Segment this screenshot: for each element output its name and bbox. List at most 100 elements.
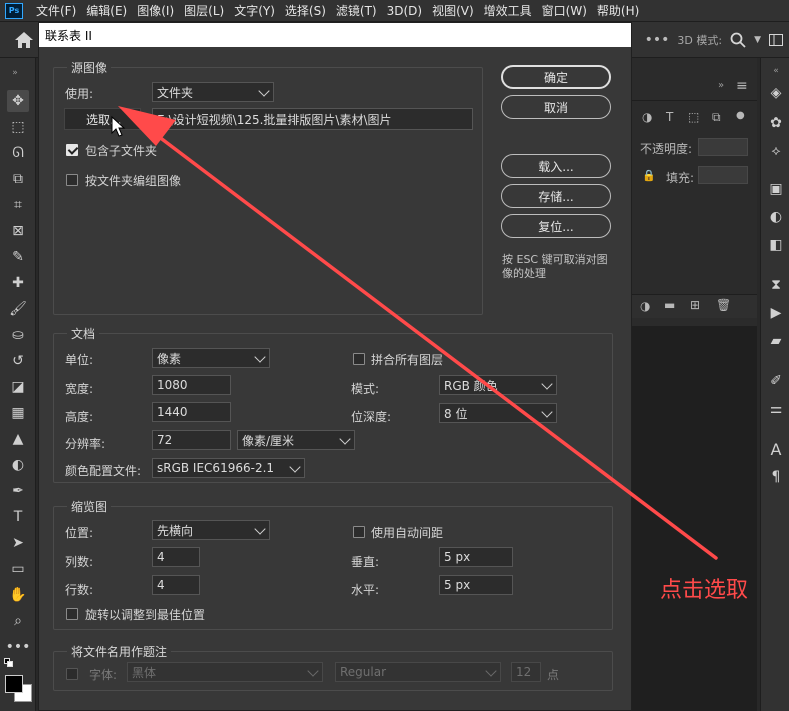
actions-icon[interactable]: ▶ [767, 304, 785, 322]
menu-image[interactable]: 图像(I) [132, 2, 179, 19]
include-subfolders-checkbox[interactable] [66, 144, 78, 156]
frame-tool-icon[interactable]: ⊠ [7, 220, 29, 242]
brush-tool-icon[interactable]: 🖌 [7, 298, 29, 320]
filter-smart-icon[interactable]: ⧉ [712, 110, 721, 125]
workspace-icon[interactable] [769, 34, 783, 46]
comments-icon[interactable]: ▰ [767, 332, 785, 350]
channels-icon[interactable]: ✿ [767, 114, 785, 132]
auto-spacing-checkbox[interactable] [353, 526, 365, 538]
rows-input[interactable]: 4 [152, 575, 200, 595]
healing-brush-tool-icon[interactable]: ✚ [7, 272, 29, 294]
more-options-icon[interactable]: ••• [645, 32, 670, 48]
dodge-tool-icon[interactable]: ◐ [7, 454, 29, 476]
height-input[interactable]: 1440 [152, 402, 231, 422]
filter-shape-icon[interactable]: ⬚ [688, 110, 699, 124]
panel-menu-icon[interactable]: ≡ [736, 78, 748, 94]
filter-toggle-icon[interactable]: ● [736, 110, 745, 121]
libraries-icon[interactable]: ◧ [767, 236, 785, 254]
cancel-button[interactable]: 取消 [501, 95, 611, 119]
paragraph-icon[interactable]: ¶ [767, 468, 785, 486]
pen-tool-icon[interactable]: ✒ [7, 480, 29, 502]
lasso-tool-icon[interactable]: ᘏ [7, 142, 29, 164]
filter-adjust-icon[interactable]: ◑ [642, 110, 652, 124]
folder-icon[interactable]: ▬ [664, 298, 675, 312]
caption-size-input[interactable]: 12 [511, 662, 541, 682]
trash-icon[interactable]: 🗑 [716, 298, 731, 312]
paths-icon[interactable]: ⟡ [767, 142, 785, 160]
brush-settings-icon[interactable]: ✐ [767, 372, 785, 390]
hand-tool-icon[interactable]: ✋ [7, 584, 29, 606]
eraser-tool-icon[interactable]: ◪ [7, 376, 29, 398]
menu-help[interactable]: 帮助(H) [592, 2, 644, 19]
adjustments-icon[interactable]: ◐ [767, 208, 785, 226]
home-icon[interactable] [14, 31, 34, 49]
menu-view[interactable]: 视图(V) [427, 2, 479, 19]
character-icon[interactable]: A [767, 440, 785, 459]
load-button[interactable]: 载入... [501, 154, 611, 178]
browse-button[interactable]: 选取... [64, 108, 141, 130]
fill-field[interactable] [698, 166, 748, 184]
menu-type[interactable]: 文字(Y) [229, 2, 280, 19]
default-colors-icon[interactable] [4, 658, 14, 668]
menu-layer[interactable]: 图层(L) [179, 2, 229, 19]
save-button[interactable]: 存储... [501, 184, 611, 208]
chevron-down-icon[interactable]: ▼ [754, 35, 761, 45]
place-select[interactable]: 先横向 [152, 520, 270, 540]
properties-icon[interactable]: ⚌ [767, 400, 785, 418]
more-tools-icon[interactable]: ••• [6, 636, 31, 658]
vertical-spacing-input[interactable]: 5 px [439, 547, 513, 567]
menu-3d[interactable]: 3D(D) [382, 4, 427, 18]
caption-font-select[interactable]: 黑体 [127, 662, 323, 682]
ok-button[interactable]: 确定 [501, 65, 611, 89]
zoom-tool-icon[interactable]: ⌕ [7, 610, 29, 632]
clone-stamp-tool-icon[interactable]: ⛀ [7, 324, 29, 346]
color-profile-select[interactable]: sRGB IEC61966-2.1 [152, 458, 305, 478]
menu-edit[interactable]: 编辑(E) [81, 2, 132, 19]
new-layer-icon[interactable]: ⊞ [690, 298, 700, 312]
flatten-layers-checkbox[interactable] [353, 353, 365, 365]
menu-file[interactable]: 文件(F) [31, 2, 81, 19]
move-tool-icon[interactable]: ✥ [7, 90, 29, 112]
rectangle-tool-icon[interactable]: ▭ [7, 558, 29, 580]
panel-collapse-icon[interactable]: » [718, 80, 724, 91]
mode-select[interactable]: RGB 颜色 [439, 375, 557, 395]
menu-plugins[interactable]: 增效工具 [479, 2, 537, 19]
menu-select[interactable]: 选择(S) [280, 2, 331, 19]
horizontal-spacing-input[interactable]: 5 px [439, 575, 513, 595]
bit-depth-select[interactable]: 8 位 [439, 403, 557, 423]
crop-tool-icon[interactable]: ⌗ [7, 194, 29, 216]
columns-input[interactable]: 4 [152, 547, 200, 567]
collapse-icon[interactable]: » [4, 62, 26, 84]
filter-type-icon[interactable]: T [666, 110, 673, 124]
menu-filter[interactable]: 滤镜(T) [331, 2, 382, 19]
lock-icon[interactable]: 🔒 [642, 169, 656, 182]
source-path-field[interactable]: E:\设计短视频\125.批量排版图片\素材\图片 [152, 108, 473, 130]
use-select[interactable]: 文件夹 [152, 82, 274, 102]
units-select[interactable]: 像素 [152, 348, 270, 368]
expand-icon[interactable]: « [767, 62, 785, 80]
resolution-input[interactable]: 72 [152, 430, 231, 450]
caption-style-select[interactable]: Regular [335, 662, 501, 682]
caption-checkbox[interactable] [66, 668, 78, 680]
reset-button[interactable]: 复位... [501, 214, 611, 238]
menu-window[interactable]: 窗口(W) [537, 2, 592, 19]
width-input[interactable]: 1080 [152, 375, 231, 395]
blur-tool-icon[interactable]: ▲ [7, 428, 29, 450]
opacity-field[interactable] [698, 138, 748, 156]
object-select-tool-icon[interactable]: ⧉ [7, 168, 29, 190]
history-icon[interactable]: ⧗ [767, 276, 785, 294]
group-by-folder-checkbox[interactable] [66, 174, 78, 186]
layers-icon[interactable]: ◈ [767, 84, 785, 102]
search-icon[interactable] [730, 32, 746, 48]
type-tool-icon[interactable]: T [7, 506, 29, 528]
image-icon[interactable]: ▣ [767, 180, 785, 198]
history-brush-tool-icon[interactable]: ↺ [7, 350, 29, 372]
marquee-tool-icon[interactable]: ⬚ [7, 116, 29, 138]
path-select-tool-icon[interactable]: ➤ [7, 532, 29, 554]
foreground-color-swatch[interactable] [5, 675, 23, 693]
eyedropper-tool-icon[interactable]: ✎ [7, 246, 29, 268]
adjustment-layer-icon[interactable]: ◑ [640, 299, 650, 313]
rotate-best-fit-checkbox[interactable] [66, 608, 78, 620]
resolution-unit-select[interactable]: 像素/厘米 [237, 430, 355, 450]
gradient-tool-icon[interactable]: ▦ [7, 402, 29, 424]
